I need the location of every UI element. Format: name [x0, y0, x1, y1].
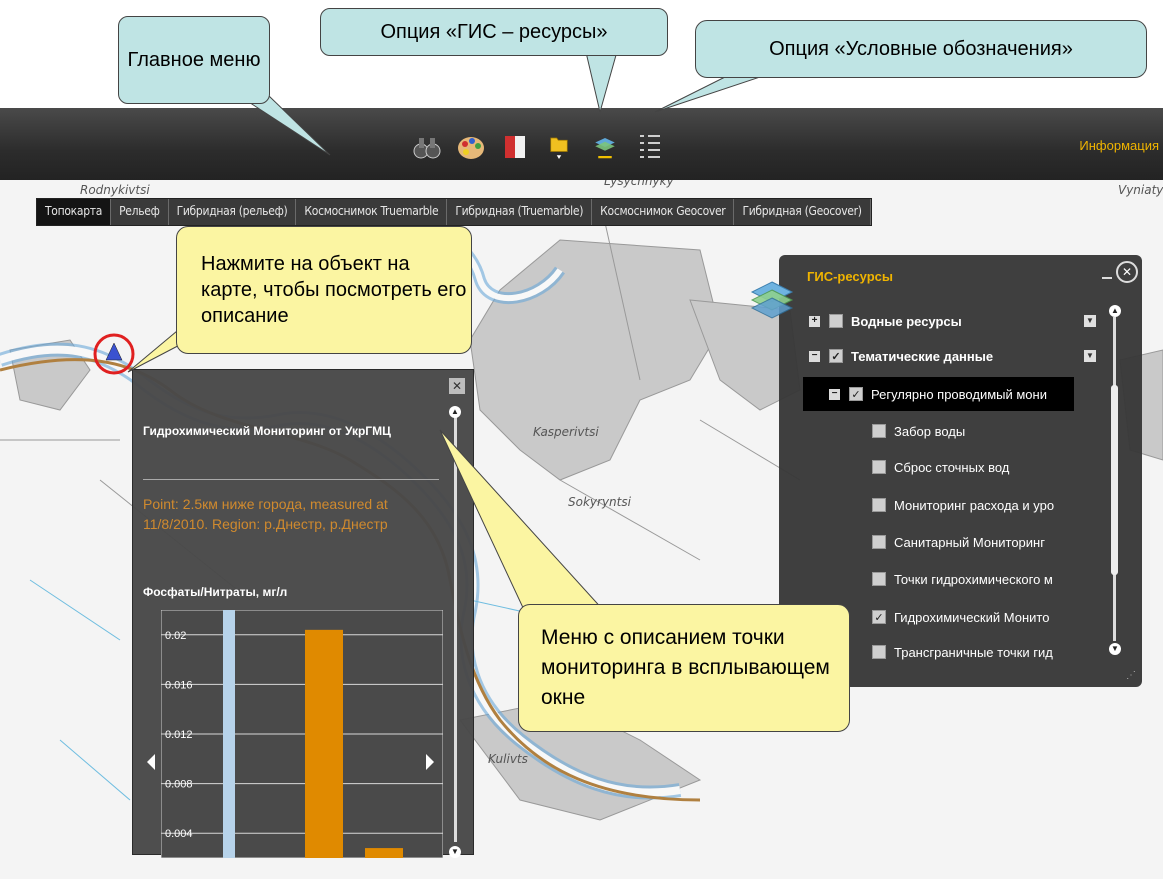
callout-pointers	[127, 47, 776, 613]
callout-popup-menu: Меню с описанием точки мониторинга в всп…	[518, 604, 850, 732]
callout-main-menu: Главное меню	[118, 16, 270, 104]
callout-legend: Опция «Условные обозначения»	[695, 20, 1147, 78]
callout-click-object: Нажмите на объект на карте, чтобы посмот…	[176, 226, 472, 354]
callout-gis-resources: Опция «ГИС – ресурсы»	[320, 8, 668, 56]
